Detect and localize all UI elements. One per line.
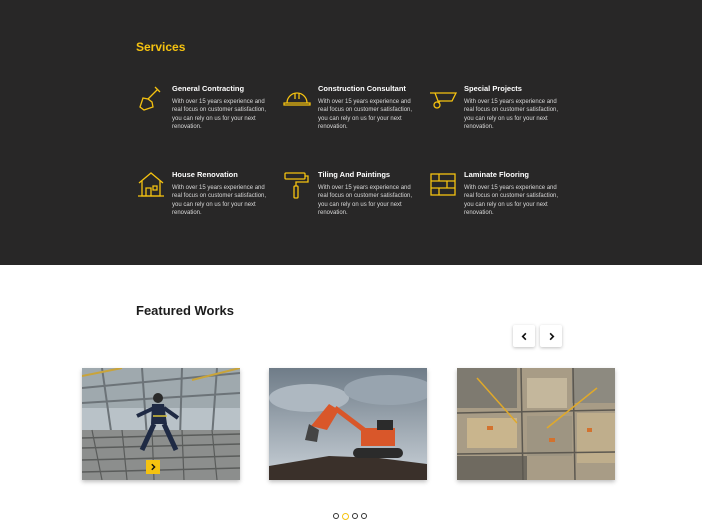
page: Services General Contracting With over 1… bbox=[0, 0, 702, 526]
carousel-next-button[interactable] bbox=[540, 325, 562, 347]
featured-works-heading: Featured Works bbox=[136, 303, 235, 318]
services-section: Services General Contracting With over 1… bbox=[0, 0, 702, 265]
service-title: Laminate Flooring bbox=[464, 170, 530, 179]
wheelbarrow-icon bbox=[428, 84, 458, 114]
shovel-icon bbox=[136, 84, 166, 114]
pagination-dot[interactable] bbox=[361, 513, 367, 519]
chevron-right-icon bbox=[549, 332, 554, 340]
service-desc: With over 15 years experience and real f… bbox=[464, 185, 559, 216]
service-title: Special Projects bbox=[464, 84, 522, 93]
pagination-dot-active[interactable] bbox=[342, 512, 349, 520]
brick-wall-icon bbox=[428, 170, 458, 200]
services-heading: Services bbox=[136, 40, 186, 54]
service-title: House Renovation bbox=[172, 170, 238, 179]
carousel-pagination bbox=[333, 512, 367, 520]
service-desc: With over 15 years experience and real f… bbox=[318, 185, 413, 216]
hard-hat-icon bbox=[282, 84, 312, 114]
house-icon bbox=[136, 170, 166, 200]
paint-roller-icon bbox=[282, 170, 312, 200]
pagination-dot[interactable] bbox=[333, 513, 339, 519]
worker-on-rebar-photo bbox=[82, 368, 240, 480]
chevron-left-icon bbox=[521, 332, 526, 340]
service-title: Tiling And Paintings bbox=[318, 170, 391, 179]
service-desc: With over 15 years experience and real f… bbox=[318, 99, 413, 130]
work-link-button[interactable] bbox=[146, 460, 160, 474]
featured-work-card[interactable] bbox=[269, 368, 427, 480]
service-desc: With over 15 years experience and real f… bbox=[172, 185, 267, 216]
service-desc: With over 15 years experience and real f… bbox=[464, 99, 559, 130]
featured-work-card[interactable] bbox=[457, 368, 615, 480]
featured-work-card[interactable] bbox=[82, 368, 240, 480]
service-desc: With over 15 years experience and real f… bbox=[172, 99, 267, 130]
chevron-right-icon bbox=[151, 463, 156, 471]
service-title: Construction Consultant bbox=[318, 84, 406, 93]
excavator-photo bbox=[269, 368, 427, 480]
service-title: General Contracting bbox=[172, 84, 245, 93]
carousel-prev-button[interactable] bbox=[513, 325, 535, 347]
pagination-dot[interactable] bbox=[352, 513, 358, 519]
construction-site-aerial-photo bbox=[457, 368, 615, 480]
